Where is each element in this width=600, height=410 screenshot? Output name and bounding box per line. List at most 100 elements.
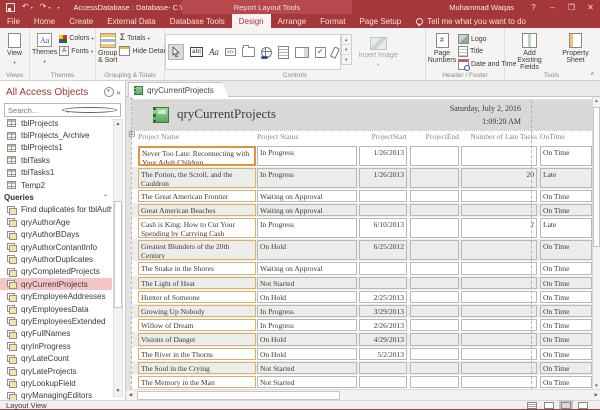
cell-status[interactable]: On Hold (257, 291, 357, 303)
column-header-ontime[interactable]: OnTime (540, 132, 592, 141)
cell-late[interactable] (461, 204, 537, 216)
cell-end[interactable] (410, 204, 459, 216)
tab-database-tools[interactable]: Database Tools (163, 14, 232, 28)
table-row[interactable]: Willow of DreamIn Progress2/26/2013On Ti… (132, 318, 592, 332)
nav-item-qryemployeeaddresses[interactable]: qryEmployeeAddresses (0, 290, 112, 302)
column-header-project-name[interactable]: Project Name (138, 132, 256, 141)
cell-start[interactable]: 5/2/2013 (359, 348, 407, 360)
cell-name[interactable]: Visions of Danger (138, 333, 256, 345)
cell-end[interactable] (410, 277, 459, 289)
cell-status[interactable]: In Progress (257, 218, 357, 238)
cell-start[interactable] (359, 204, 407, 216)
cell-end[interactable] (410, 218, 459, 238)
column-header-project-status[interactable]: Project Status (257, 132, 357, 141)
report-page[interactable]: ⊞ qryCurrentProjects Saturday, July 2, 2… (131, 97, 592, 389)
cell-status[interactable]: Not Started (257, 362, 357, 374)
view-button[interactable]: View▾ (5, 32, 24, 67)
table-row[interactable]: The Light of HeatNot StartedOn Time (132, 276, 592, 290)
gallery-down-icon[interactable]: ▼ (342, 45, 351, 55)
nav-item-qrycurrentprojects[interactable]: qryCurrentProjects (0, 278, 112, 290)
cell-name[interactable]: The Great American Frontier (138, 190, 256, 202)
cell-late[interactable] (461, 146, 537, 166)
print-preview-button[interactable] (544, 402, 554, 409)
nav-item-tbltasks[interactable]: tblTasks (0, 154, 112, 166)
cell-status[interactable]: In Progress (257, 168, 357, 188)
close-button[interactable]: ✕ (581, 0, 600, 14)
cell-end[interactable] (410, 240, 459, 260)
table-row[interactable]: Cash is King: How to Cut Your Spending b… (132, 217, 592, 239)
cell-ontime[interactable]: On Time (540, 376, 592, 388)
button-tool-icon[interactable]: xxx (225, 48, 236, 56)
select-tool[interactable] (168, 44, 184, 60)
minimize-button[interactable]: – (543, 0, 562, 14)
cell-ontime[interactable]: Late (540, 218, 592, 238)
user-name[interactable]: Muhammad Waqas (449, 3, 514, 12)
tab-create[interactable]: Create (62, 14, 100, 28)
cell-status[interactable]: On Hold (257, 333, 357, 345)
nav-item-qryemployeesextended[interactable]: qryEmployeesExtended (0, 315, 112, 327)
nav-menu-icon[interactable]: ▾ (104, 87, 114, 97)
cell-end[interactable] (410, 319, 459, 331)
nav-group-queries[interactable]: Queries⌃ (0, 191, 112, 203)
cell-start[interactable]: 3/29/2013 (359, 305, 407, 317)
add-existing-fields-button[interactable]: Add Existing Fields (509, 32, 551, 72)
cell-name[interactable]: The Snake in the Shores (138, 262, 256, 274)
tab-home[interactable]: Home (27, 14, 62, 28)
nav-item-qrylateprojects[interactable]: qryLateProjects (0, 365, 112, 377)
nav-item-tblprojects[interactable]: tblProjects (0, 117, 112, 129)
cell-late[interactable] (461, 240, 537, 260)
cell-name[interactable]: Growing Up Nobody (138, 305, 256, 317)
nav-scroll-down-icon[interactable]: ▼ (114, 387, 122, 396)
report-datetime[interactable]: Saturday, July 2, 2016 1:09:20 AM (450, 102, 521, 128)
nav-item-tblprojects-archive[interactable]: tblProjects_Archive (0, 129, 112, 141)
cell-late[interactable]: 2 (461, 218, 537, 238)
cell-status[interactable]: In Progress (257, 146, 357, 166)
tab-control-tool-icon[interactable] (242, 47, 255, 57)
cell-late[interactable] (461, 277, 537, 289)
cell-status[interactable]: Not Started (257, 277, 357, 289)
hide-details-button[interactable]: Hide Details (119, 46, 170, 56)
combo-box-tool-icon[interactable] (295, 47, 309, 58)
property-sheet-button[interactable]: Property Sheet (557, 32, 595, 65)
cell-status[interactable]: On Hold (257, 348, 357, 360)
tab-file[interactable]: File (0, 14, 27, 28)
collapse-group-icon[interactable]: ⌃ (103, 194, 108, 201)
cell-start[interactable] (359, 362, 407, 374)
cell-end[interactable] (410, 291, 459, 303)
page-numbers-button[interactable]: # Page Numbers (426, 32, 458, 65)
cell-status[interactable]: Waiting on Approval (257, 204, 357, 216)
cell-start[interactable] (359, 277, 407, 289)
redo-icon[interactable]: ↷ (40, 3, 47, 11)
cell-start[interactable]: 4/29/2013 (359, 333, 407, 345)
table-row[interactable]: Growing Up NobodyIn Progress3/29/2013On … (132, 304, 592, 318)
text-box-tool-icon[interactable]: ab| (190, 47, 203, 57)
cell-end[interactable] (410, 305, 459, 317)
cell-name[interactable]: The River in the Thorns (138, 348, 256, 360)
cell-start[interactable] (359, 190, 407, 202)
table-row[interactable]: The Great American FrontierWaiting on Ap… (132, 189, 592, 203)
nav-item-qrylookupfield[interactable]: qryLookupField (0, 377, 112, 389)
table-row[interactable]: Never Too Late: Reconnecting with Your A… (132, 145, 592, 167)
cell-start[interactable]: 2/25/2013 (359, 291, 407, 303)
cell-start[interactable]: 6/25/2012 (359, 240, 407, 260)
scroll-left-icon[interactable]: ◀ (126, 392, 135, 398)
save-icon[interactable] (6, 3, 15, 12)
nav-item-qrymanagingeditors[interactable]: qryManagingEditors (0, 390, 112, 400)
cell-name[interactable]: The Soul in the Crying (138, 362, 256, 374)
report-title[interactable]: qryCurrentProjects (177, 106, 276, 122)
cell-start[interactable] (359, 262, 407, 274)
cell-end[interactable] (410, 376, 459, 388)
customize-qat-icon[interactable]: ▾ (57, 5, 59, 10)
cell-late[interactable] (461, 362, 537, 374)
table-row[interactable]: Hunter of SomeoneOn Hold2/25/2013On Time (132, 290, 592, 304)
help-button[interactable]: ? (524, 0, 543, 14)
cell-ontime[interactable]: Late (540, 168, 592, 188)
undo-icon[interactable]: ↶ (22, 3, 29, 11)
table-row[interactable]: Greatest Blunders of the 20th CenturyOn … (132, 239, 592, 261)
scroll-down-icon[interactable]: ▼ (593, 383, 600, 388)
cell-ontime[interactable]: On Time (540, 348, 592, 360)
nav-item-qryauthorcontantinfo[interactable]: qryAuthorContantInfo (0, 241, 112, 253)
attachment-tool-icon[interactable] (330, 46, 340, 59)
cell-status[interactable]: In Progress (257, 319, 357, 331)
cell-name[interactable]: Greatest Blunders of the 20th Century (138, 240, 256, 260)
